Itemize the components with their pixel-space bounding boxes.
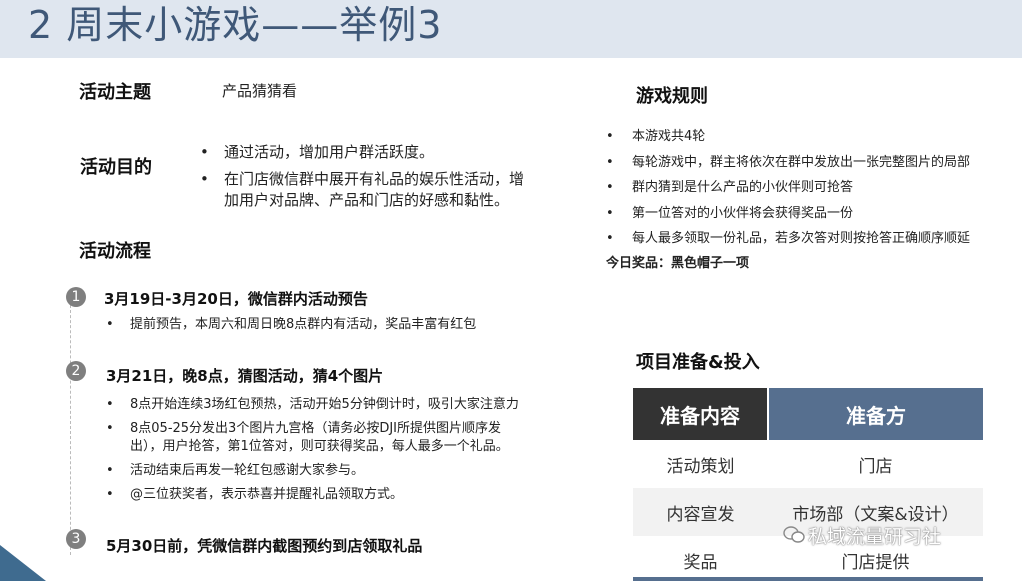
theme-label: 活动主题 (79, 82, 151, 103)
prize-text: 今日奖品：黑色帽子一项 (606, 256, 750, 271)
rules-list: 本游戏共4轮 每轮游戏中，群主将依次在群中发放出一张完整图片的局部 群内猜到是什… (606, 124, 1022, 252)
prep-cell: 活动策划 (633, 440, 768, 488)
table-row: 活动策划 门店 (633, 440, 983, 488)
goal-list: 通过活动，增加用户群活跃度。 在门店微信群中展开有礼品的娱乐性活动，增加用户对品… (200, 142, 570, 217)
step-title-2: 3月21日，晚8点，猜图活动，猜4个图片 (106, 367, 384, 385)
rule-item: 本游戏共4轮 (606, 124, 1022, 150)
goal-item: 通过活动，增加用户群活跃度。 (200, 142, 570, 163)
step-list-1: 提前预告，本周六和周日晚8点群内有活动，奖品丰富有红包 (106, 316, 476, 340)
step-list-2: 8点开始连续3场红包预热，活动开始5分钟倒计时，吸引大家注意力 8点05-25分… (106, 396, 519, 510)
step-number-1: 1 (66, 287, 86, 307)
corner-decoration (0, 545, 46, 581)
prep-header-row: 准备内容 准备方 (633, 388, 983, 440)
prep-cell: 门店 (768, 440, 983, 488)
rule-item: 每轮游戏中，群主将依次在群中发放出一张完整图片的局部 (606, 150, 1022, 176)
step-title-1: 3月19日-3月20日，微信群内活动预告 (104, 290, 368, 308)
prep-label: 项目准备&投入 (636, 352, 760, 373)
theme-value: 产品猜猜看 (222, 82, 298, 100)
prep-cell: 内容宣发 (633, 488, 768, 536)
page-title: 2 周末小游戏——举例3 (28, 3, 443, 47)
rule-item: 第一位答对的小伙伴将会获得奖品一份 (606, 201, 1022, 227)
goal-label: 活动目的 (80, 157, 152, 178)
step-item: 8点开始连续3场红包预热，活动开始5分钟倒计时，吸引大家注意力 (106, 396, 519, 414)
header-bar: 2 周末小游戏——举例3 (0, 0, 1022, 58)
step-title-3: 5月30日前，凭微信群内截图预约到店领取礼品 (106, 537, 423, 555)
rule-item: 每人最多领取一份礼品，若多次答对则按抢答正确顺序顺延 (606, 226, 1022, 252)
goal-item: 在门店微信群中展开有礼品的娱乐性活动，增加用户对品牌、产品和门店的好感和黏性。 (200, 169, 570, 211)
step-number-2: 2 (66, 361, 86, 381)
prep-header-owner: 准备方 (767, 388, 983, 440)
rule-item: 群内猜到是什么产品的小伙伴则可抢答 (606, 175, 1022, 201)
step-item: @三位获奖者，表示恭喜并提醒礼品领取方式。 (106, 486, 519, 504)
step-item: 活动结束后再发一轮红包感谢大家参与。 (106, 462, 519, 480)
prep-table: 准备内容 准备方 活动策划 门店 内容宣发 市场部（文案&设计） 奖品 门店提供 (633, 388, 983, 584)
table-bottom-border (633, 577, 983, 581)
step-item: 提前预告，本周六和周日晚8点群内有活动，奖品丰富有红包 (106, 316, 476, 334)
prep-header-content: 准备内容 (633, 388, 768, 440)
timeline-line (70, 305, 71, 555)
step-item: 8点05-25分发出3个图片九宫格（请务必按DJI所提供图片顺序发出），用户抢答… (106, 420, 519, 456)
process-label: 活动流程 (79, 241, 151, 262)
rules-label: 游戏规则 (636, 86, 708, 107)
wechat-icon (783, 526, 805, 543)
step-number-3: 3 (66, 529, 86, 549)
watermark-text: 私域流量研习社 (808, 526, 942, 548)
